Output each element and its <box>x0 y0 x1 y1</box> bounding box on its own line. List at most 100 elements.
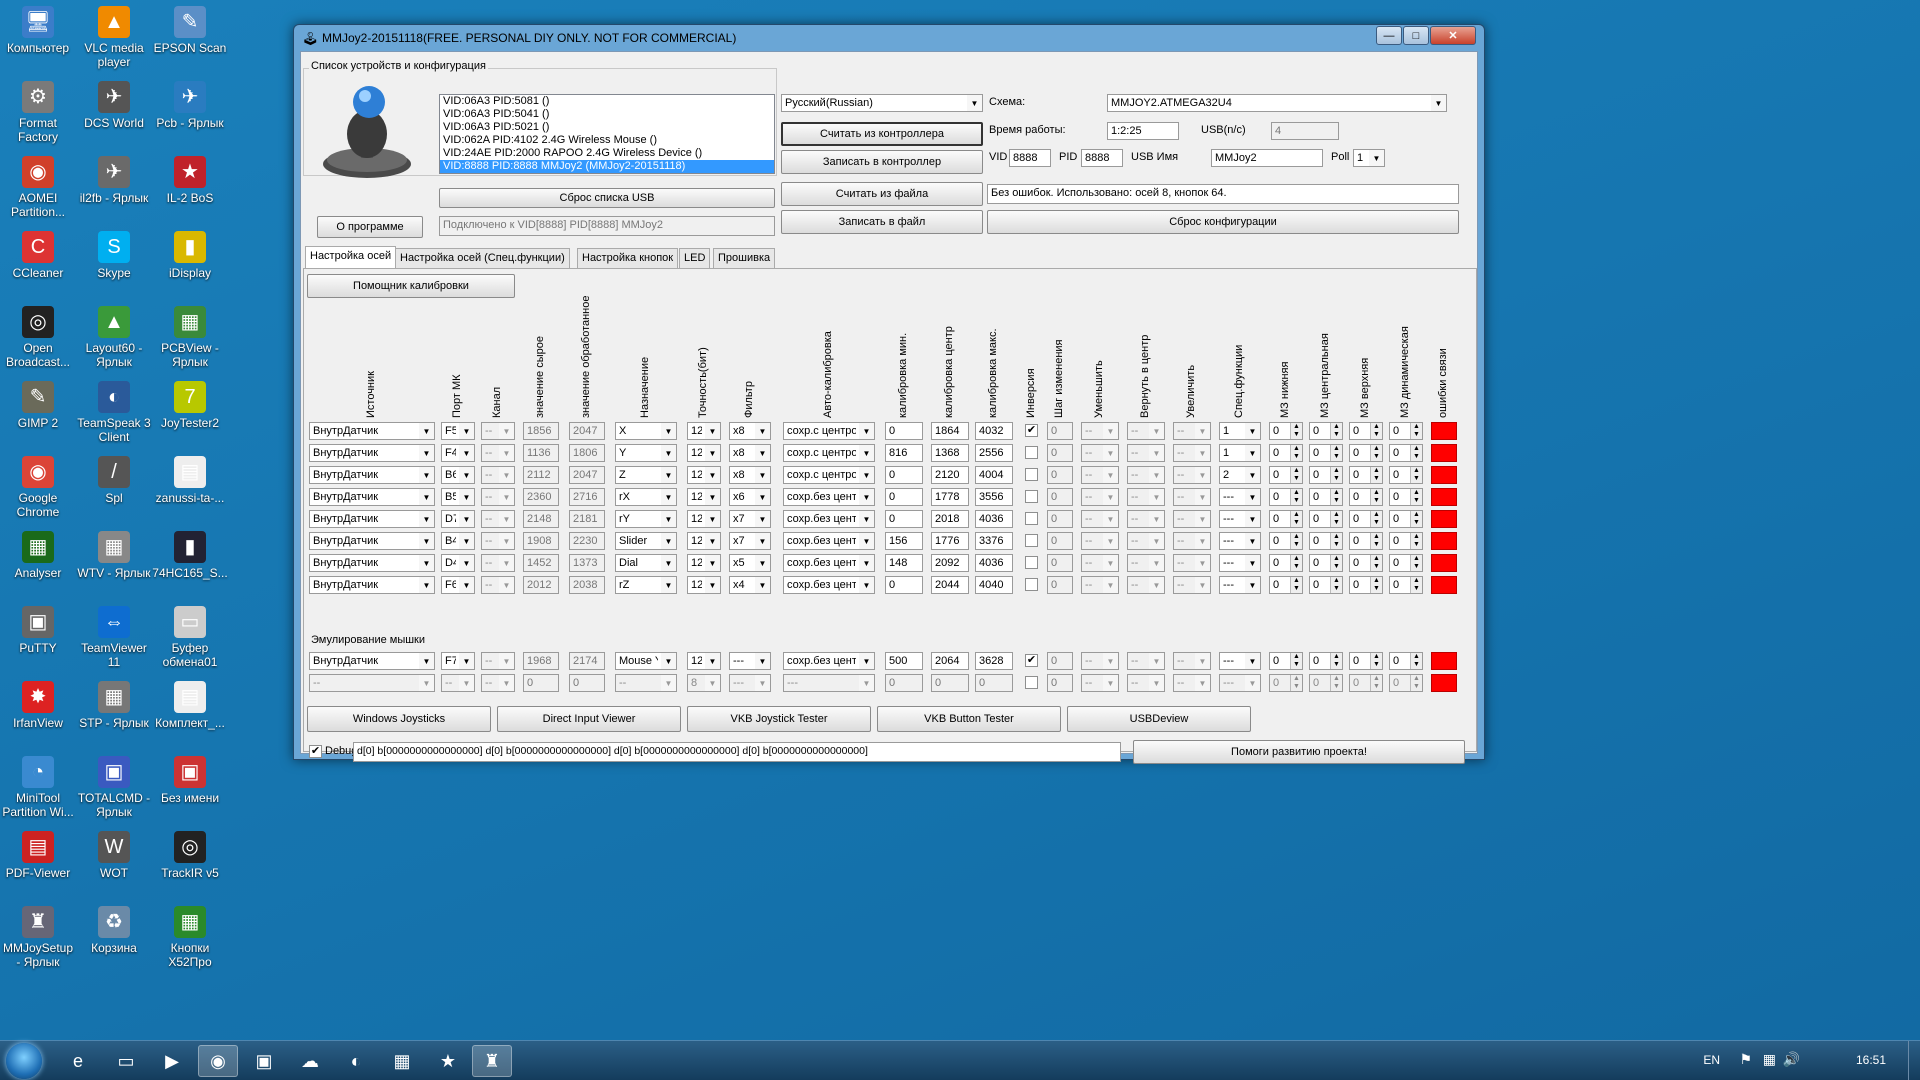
auto-select[interactable]: сохр.без центра▼ <box>783 488 875 506</box>
max-field[interactable]: 4004 <box>975 466 1013 484</box>
prec-select[interactable]: 8 ▼ <box>687 674 721 692</box>
dec-select[interactable]: -- ▼ <box>1081 466 1119 484</box>
deadzone-spinner[interactable]: 0 ▲ ▼ <box>1349 652 1383 670</box>
deadzone-spinner[interactable]: 0 ▲ ▼ <box>1389 674 1423 692</box>
poll-select[interactable]: 1 ▼ <box>1353 149 1385 167</box>
desktop-shortcut[interactable]: ▣ PuTTY <box>0 606 76 655</box>
port-select[interactable]: D4▼ <box>441 554 475 572</box>
ch-select[interactable]: -- ▼ <box>481 510 515 528</box>
deadzone-spinner[interactable]: 0 ▲ ▼ <box>1269 510 1303 528</box>
max-field[interactable]: 3556 <box>975 488 1013 506</box>
deadzone-spinner[interactable]: 0 ▲ ▼ <box>1269 488 1303 506</box>
assign-select[interactable]: rX ▼ <box>615 488 677 506</box>
deadzone-spinner[interactable]: 0 ▲ ▼ <box>1389 510 1423 528</box>
spinner-arrows-icon[interactable]: ▲ ▼ <box>1370 511 1382 527</box>
spinner-arrows-icon[interactable]: ▲ ▼ <box>1330 555 1342 571</box>
min-field[interactable]: 0 <box>885 466 923 484</box>
deadzone-spinner[interactable]: 0 ▲ ▼ <box>1309 532 1343 550</box>
desktop-shortcut[interactable]: ✈ DCS World <box>76 81 152 130</box>
desktop-shortcut[interactable]: ✈ il2fb - Ярлык <box>76 156 152 205</box>
desktop-shortcut[interactable]: ▮ 74HC165_S... <box>152 531 228 580</box>
tool-button[interactable]: VKB Joystick Tester <box>687 706 871 732</box>
reset-usb-button[interactable]: Сброс списка USB <box>439 188 775 208</box>
deadzone-spinner[interactable]: 0 ▲ ▼ <box>1389 466 1423 484</box>
title-bar[interactable]: 🕹 MMJoy2-20151118(FREE. PERSONAL DIY ONL… <box>294 25 1484 51</box>
deadzone-spinner[interactable]: 0 ▲ ▼ <box>1349 554 1383 572</box>
deadzone-spinner[interactable]: 0 ▲ ▼ <box>1309 652 1343 670</box>
desktop-shortcut[interactable]: ▦ PCBView - Ярлык <box>152 306 228 369</box>
desktop-shortcut[interactable]: ▦ Кнопки X52Про <box>152 906 228 969</box>
inc-select[interactable]: -- ▼ <box>1173 554 1211 572</box>
tool-button[interactable]: Direct Input Viewer <box>497 706 681 732</box>
ch-select[interactable]: -- ▼ <box>481 576 515 594</box>
deadzone-spinner[interactable]: 0 ▲ ▼ <box>1269 422 1303 440</box>
spinner-arrows-icon[interactable]: ▲ ▼ <box>1410 467 1422 483</box>
spinner-arrows-icon[interactable]: ▲ ▼ <box>1370 675 1382 691</box>
filter-select[interactable]: x8 ▼ <box>729 466 771 484</box>
language-select[interactable]: Русский(Russian) ▼ <box>781 94 983 112</box>
ret-select[interactable]: -- ▼ <box>1127 554 1165 572</box>
assign-select[interactable]: X ▼ <box>615 422 677 440</box>
inc-select[interactable]: -- ▼ <box>1173 422 1211 440</box>
filter-select[interactable]: x5 ▼ <box>729 554 771 572</box>
deadzone-spinner[interactable]: 0 ▲ ▼ <box>1269 444 1303 462</box>
center-field[interactable]: 0 <box>931 674 969 692</box>
src-select[interactable]: ВнутрДатчик ▼ <box>309 532 435 550</box>
ret-select[interactable]: -- ▼ <box>1127 466 1165 484</box>
spec-select[interactable]: --- ▼ <box>1219 576 1261 594</box>
tab-firmware[interactable]: Прошивка <box>713 248 776 268</box>
spinner-arrows-icon[interactable]: ▲ ▼ <box>1410 445 1422 461</box>
assign-select[interactable]: -- ▼ <box>615 674 677 692</box>
spinner-arrows-icon[interactable]: ▲ ▼ <box>1370 489 1382 505</box>
inversion-checkbox[interactable] <box>1025 676 1038 689</box>
device-list-item[interactable]: VID:06A3 PID:5021 () <box>440 121 774 134</box>
deadzone-spinner[interactable]: 0 ▲ ▼ <box>1309 554 1343 572</box>
spinner-arrows-icon[interactable]: ▲ ▼ <box>1330 511 1342 527</box>
auto-select[interactable]: сохр.без центра▼ <box>783 510 875 528</box>
port-select[interactable]: B6▼ <box>441 466 475 484</box>
src-select[interactable]: ВнутрДатчик ▼ <box>309 554 435 572</box>
desktop-shortcut[interactable]: ◎ TrackIR v5 <box>152 831 228 880</box>
deadzone-spinner[interactable]: 0 ▲ ▼ <box>1269 554 1303 572</box>
spec-select[interactable]: 1 ▼ <box>1219 422 1261 440</box>
spinner-arrows-icon[interactable]: ▲ ▼ <box>1410 489 1422 505</box>
prec-select[interactable]: 12▼ <box>687 554 721 572</box>
center-field[interactable]: 2044 <box>931 576 969 594</box>
desktop-shortcut[interactable]: ✎ EPSON Scan <box>152 6 228 55</box>
spinner-arrows-icon[interactable]: ▲ ▼ <box>1370 445 1382 461</box>
assign-select[interactable]: rZ ▼ <box>615 576 677 594</box>
device-list-item[interactable]: VID:24AE PID:2000 RAPOO 2.4G Wireless De… <box>440 147 774 160</box>
inversion-checkbox[interactable]: ✔ <box>1025 654 1038 667</box>
ch-select[interactable]: -- ▼ <box>481 466 515 484</box>
center-field[interactable]: 1368 <box>931 444 969 462</box>
prec-select[interactable]: 12▼ <box>687 532 721 550</box>
tool-button[interactable]: VKB Button Tester <box>877 706 1061 732</box>
desktop-shortcut[interactable]: W WOT <box>76 831 152 880</box>
start-button[interactable] <box>6 1043 42 1079</box>
min-field[interactable]: 0 <box>885 576 923 594</box>
center-field[interactable]: 1864 <box>931 422 969 440</box>
inversion-checkbox[interactable] <box>1025 446 1038 459</box>
center-field[interactable]: 2120 <box>931 466 969 484</box>
filter-select[interactable]: --- ▼ <box>729 652 771 670</box>
auto-select[interactable]: сохр.без центра▼ <box>783 652 875 670</box>
il2-bos-icon[interactable]: ★ <box>428 1045 468 1077</box>
spinner-arrows-icon[interactable]: ▲ ▼ <box>1290 577 1302 593</box>
desktop-shortcut[interactable]: / Spl <box>76 456 152 505</box>
desktop-shortcut[interactable]: ▣ TOTALCMD - Ярлык <box>76 756 152 819</box>
deadzone-spinner[interactable]: 0 ▲ ▼ <box>1349 466 1383 484</box>
min-field[interactable]: 0 <box>885 488 923 506</box>
deadzone-spinner[interactable]: 0 ▲ ▼ <box>1389 576 1423 594</box>
ch-select[interactable]: -- ▼ <box>481 488 515 506</box>
minimize-button[interactable]: — <box>1376 26 1402 45</box>
assign-select[interactable]: Dial ▼ <box>615 554 677 572</box>
max-field[interactable]: 0 <box>975 674 1013 692</box>
auto-select[interactable]: сохр.с центром▼ <box>783 422 875 440</box>
dec-select[interactable]: -- ▼ <box>1081 554 1119 572</box>
min-field[interactable]: 0 <box>885 422 923 440</box>
deadzone-spinner[interactable]: 0 ▲ ▼ <box>1269 576 1303 594</box>
center-field[interactable]: 1776 <box>931 532 969 550</box>
flag-icon[interactable]: ⚑ <box>1739 1051 1752 1068</box>
filter-select[interactable]: --- ▼ <box>729 674 771 692</box>
maximize-button[interactable]: □ <box>1403 26 1429 45</box>
